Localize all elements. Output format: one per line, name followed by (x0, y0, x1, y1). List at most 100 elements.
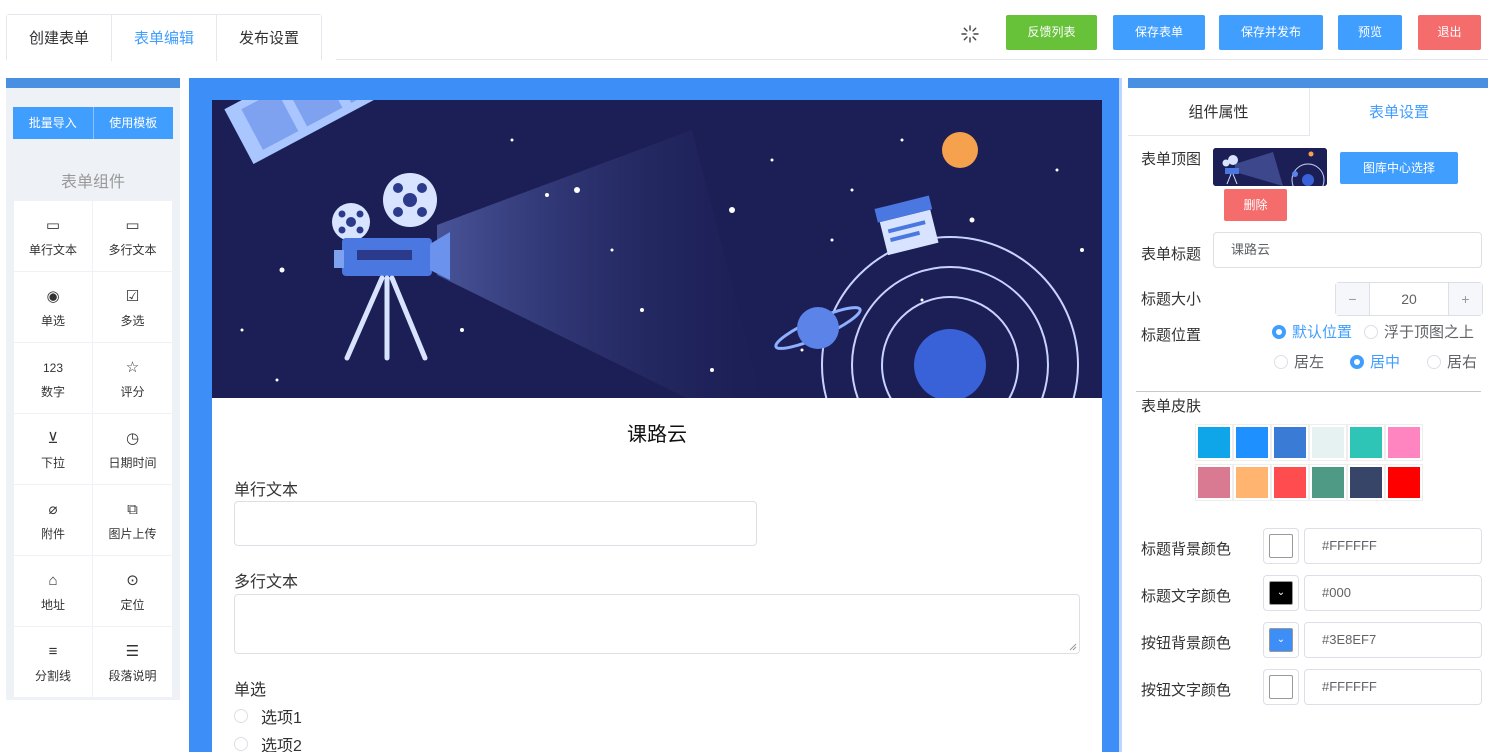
skin-swatch[interactable] (1233, 464, 1271, 501)
radio-option[interactable]: 选项2 (234, 732, 302, 752)
color-value-input[interactable]: #3E8EF7 (1304, 622, 1482, 658)
increase-button[interactable]: + (1448, 283, 1482, 315)
save-publish-button[interactable]: 保存并发布 (1219, 15, 1323, 50)
decrease-button[interactable]: − (1336, 283, 1370, 315)
position-default-radio[interactable]: 默认位置 (1272, 321, 1352, 342)
skin-swatch[interactable] (1271, 424, 1309, 461)
component-item[interactable]: ◉ 单选 (14, 272, 93, 343)
align-center-radio[interactable]: 居中 (1350, 351, 1400, 372)
delete-cover-button[interactable]: 删除 (1224, 189, 1287, 221)
align-center-label: 居中 (1370, 354, 1401, 371)
tab-component-properties[interactable]: 组件属性 (1128, 88, 1310, 136)
form-title-input[interactable]: 课路云 (1213, 232, 1482, 268)
gallery-select-button[interactable]: 图库中心选择 (1340, 152, 1458, 184)
position-float-label: 浮于顶图之上 (1384, 324, 1475, 341)
align-left-radio[interactable]: 居左 (1274, 351, 1324, 372)
tab-create-form[interactable]: 创建表单 (7, 15, 113, 61)
batch-import-button[interactable]: 批量导入 (13, 107, 94, 139)
single-line-text-icon: ▭ (45, 217, 61, 234)
skin-swatch[interactable] (1195, 464, 1233, 501)
skin-swatch-grid (1195, 424, 1426, 501)
paperclip-icon: ⌀ (48, 501, 58, 518)
skin-swatch[interactable] (1233, 424, 1271, 461)
color-setting-label: 按钮背景颜色 (1141, 635, 1232, 652)
radio-option[interactable]: 选项1 (234, 704, 302, 728)
skin-swatch[interactable] (1309, 464, 1347, 501)
exit-button[interactable]: 退出 (1418, 15, 1481, 50)
checkbox-icon: ☑ (125, 288, 140, 305)
single-line-input[interactable] (234, 501, 757, 546)
form-canvas: 课路云 单行文本 多行文本 单选 选项1 选项2 (189, 78, 1122, 752)
component-item[interactable]: 123 数字 (14, 343, 93, 414)
title-position-label: 标题位置 (1141, 327, 1202, 344)
component-label: 定位 (120, 598, 145, 612)
component-label: 多行文本 (108, 243, 157, 257)
color-picker[interactable] (1263, 528, 1299, 564)
skin-swatch[interactable] (1385, 424, 1423, 461)
cover-image-thumbnail[interactable] (1213, 148, 1327, 186)
component-label: 地址 (40, 598, 65, 612)
skin-swatch[interactable] (1347, 464, 1385, 501)
settings-divider (1136, 391, 1481, 392)
component-item[interactable]: ☑ 多选 (93, 272, 172, 343)
form-preview: 课路云 单行文本 多行文本 单选 选项1 选项2 (212, 100, 1102, 752)
align-right-radio[interactable]: 居右 (1427, 351, 1477, 372)
position-float-radio[interactable]: 浮于顶图之上 (1364, 321, 1474, 342)
title-size-value[interactable]: 20 (1370, 283, 1448, 315)
field-label-radio: 单选 (234, 682, 267, 699)
component-item[interactable]: ⌀ 附件 (14, 485, 93, 556)
multi-line-textarea[interactable] (234, 594, 1080, 654)
component-label: 单选 (40, 314, 65, 328)
skin-swatch[interactable] (1195, 424, 1233, 461)
divider-icon: ≡ (48, 643, 58, 660)
canvas-scrollbar[interactable] (1119, 78, 1122, 752)
radio-selected-icon (1272, 324, 1286, 339)
component-label: 图片上传 (108, 527, 157, 541)
color-value-input[interactable]: #FFFFFF (1304, 528, 1482, 564)
step-tabs: 创建表单 表单编辑 发布设置 (6, 14, 323, 61)
save-form-button[interactable]: 保存表单 (1113, 15, 1205, 50)
datetime-icon: ◷ (125, 430, 140, 447)
radio-selected-icon (1350, 354, 1364, 369)
component-item[interactable]: ◷ 日期时间 (93, 414, 172, 485)
component-item[interactable]: ☰ 段落说明 (93, 627, 172, 698)
component-item[interactable]: ≡ 分割线 (14, 627, 93, 698)
tab-edit-form[interactable]: 表单编辑 (112, 15, 218, 61)
component-grid: ▭ 单行文本 ▭ 多行文本 ◉ 单选 ☑ 多选 123 数字 ☆ 评分 ⊻ 下拉 ◷ 日期时间 ⌀ 附件 ⧉ 图片上传… (14, 201, 172, 698)
color-picker[interactable]: ⌄ (1263, 622, 1299, 658)
component-item[interactable]: ⧉ 图片上传 (93, 485, 172, 556)
skin-swatch[interactable] (1271, 464, 1309, 501)
component-item[interactable]: ⊻ 下拉 (14, 414, 93, 485)
color-swatch-icon: ⌄ (1269, 581, 1293, 605)
component-item[interactable]: ⊙ 定位 (93, 556, 172, 627)
multi-line-text-icon: ▭ (125, 217, 140, 234)
settings-panel: 组件属性 表单设置 表单顶图 图库中心选择 删除 表单标题 课路云 标题大小 −… (1128, 78, 1488, 752)
skin-swatch[interactable] (1385, 464, 1423, 501)
component-item[interactable]: ▭ 多行文本 (93, 201, 172, 272)
paragraph-icon: ☰ (125, 643, 140, 660)
component-label: 附件 (40, 527, 65, 541)
form-skin-label: 表单皮肤 (1141, 398, 1202, 415)
location-pin-icon: ⊙ (126, 572, 139, 589)
color-swatch-icon: ⌄ (1269, 628, 1293, 652)
skin-swatch[interactable] (1309, 424, 1347, 461)
feedback-list-button[interactable]: 反馈列表 (1006, 15, 1097, 50)
align-right-label: 居右 (1447, 354, 1478, 371)
color-picker[interactable]: ⌄ (1263, 575, 1299, 611)
color-value-input[interactable]: #000 (1304, 575, 1482, 611)
skin-swatch[interactable] (1347, 424, 1385, 461)
component-item[interactable]: ⌂ 地址 (14, 556, 93, 627)
field-label-multi-line: 多行文本 (234, 574, 299, 591)
tab-form-settings[interactable]: 表单设置 (1310, 88, 1488, 136)
color-picker[interactable] (1263, 669, 1299, 705)
color-value-input[interactable]: #FFFFFF (1304, 669, 1482, 705)
component-item[interactable]: ☆ 评分 (93, 343, 172, 414)
tab-publish-settings[interactable]: 发布设置 (217, 15, 322, 61)
components-title: 表单组件 (60, 174, 125, 191)
align-left-label: 居左 (1294, 354, 1325, 371)
use-template-button[interactable]: 使用模板 (94, 107, 174, 139)
preview-button[interactable]: 预览 (1338, 15, 1402, 50)
component-item[interactable]: ▭ 单行文本 (14, 201, 93, 272)
import-template-bar: 批量导入 使用模板 (13, 107, 173, 139)
component-label: 数字 (40, 385, 65, 399)
